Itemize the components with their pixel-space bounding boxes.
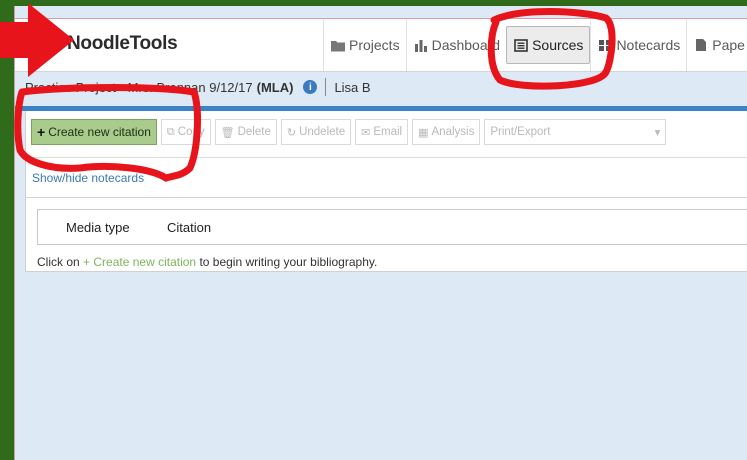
plus-icon: + xyxy=(37,124,46,140)
tab-notecards[interactable]: Notecards xyxy=(590,19,686,71)
citation-table-header: Media type Citation xyxy=(37,209,747,245)
tab-dashboard-label: Dashboard xyxy=(431,37,501,53)
bar-chart-icon xyxy=(413,38,429,52)
divider xyxy=(325,78,327,96)
email-label: Email xyxy=(373,126,403,138)
sources-toolbar: + Create new citation ⧉ Copy 🗑 Delete ↻ … xyxy=(31,119,667,147)
analysis-button[interactable]: ▦ Analysis xyxy=(412,119,481,145)
copy-button[interactable]: ⧉ Copy xyxy=(160,119,211,145)
project-info: Practice Project - Mrs. Brennan 9/12/17 … xyxy=(25,78,371,96)
nav-tabs: Projects Dashboard Sources Notecards Pap… xyxy=(323,19,747,71)
tab-sources-label: Sources xyxy=(532,37,584,53)
project-name[interactable]: Practice Project - Mrs. Brennan 9/12/17 xyxy=(25,80,253,95)
analysis-label: Analysis xyxy=(431,126,475,138)
app-window: NoodleTools Projects Dashboard Sources N… xyxy=(14,6,747,460)
noodletools-logo[interactable]: NoodleTools xyxy=(67,33,178,55)
undelete-label: Undelete xyxy=(299,126,346,138)
tab-sources[interactable]: Sources xyxy=(506,26,591,64)
citation-style: (MLA) xyxy=(256,79,294,95)
tab-paper[interactable]: Pape xyxy=(686,19,747,71)
undelete-button[interactable]: ↻ Undelete xyxy=(280,119,352,145)
top-navigation: NoodleTools Projects Dashboard Sources N… xyxy=(15,18,747,72)
toolbar-divider xyxy=(26,157,747,158)
tab-notecards-label: Notecards xyxy=(616,37,681,53)
tab-projects[interactable]: Projects xyxy=(323,19,406,71)
sources-panel: + Create new citation ⧉ Copy 🗑 Delete ↻ … xyxy=(25,111,747,272)
print-export-label: Print/Export xyxy=(490,126,551,138)
notecards-icon xyxy=(597,38,613,52)
tab-dashboard[interactable]: Dashboard xyxy=(405,19,507,71)
chevron-down-icon: ▾ xyxy=(654,127,661,139)
info-icon[interactable]: i xyxy=(303,80,318,94)
copy-label: Copy xyxy=(177,126,205,138)
empty-prefix: Click on xyxy=(37,255,80,269)
tab-projects-label: Projects xyxy=(349,37,400,53)
paper-icon xyxy=(693,38,709,52)
user-name: Lisa B xyxy=(334,79,371,95)
copy-icon: ⧉ xyxy=(166,125,175,138)
delete-button[interactable]: 🗑 Delete xyxy=(214,119,277,145)
empty-suffix: to begin writing your bibliography. xyxy=(199,255,378,269)
folder-icon xyxy=(330,38,346,52)
print-export-select[interactable]: Print/Export ▾ xyxy=(484,119,667,145)
section-divider xyxy=(26,197,747,198)
column-citation[interactable]: Citation xyxy=(167,220,211,235)
undo-icon: ↻ xyxy=(286,126,297,139)
trash-icon: 🗑 xyxy=(220,126,235,139)
create-citation-link[interactable]: + Create new citation xyxy=(83,255,196,269)
tab-paper-label: Pape xyxy=(712,37,745,53)
chart-icon: ▦ xyxy=(418,126,429,139)
show-hide-notecards-link[interactable]: Show/hide notecards xyxy=(32,171,144,185)
create-citation-label: Create new citation xyxy=(48,125,151,139)
envelope-icon: ✉ xyxy=(361,126,371,139)
column-media-type[interactable]: Media type xyxy=(66,220,167,235)
create-citation-button[interactable]: + Create new citation xyxy=(31,119,157,145)
list-icon xyxy=(513,38,529,52)
delete-label: Delete xyxy=(237,126,271,138)
email-button[interactable]: ✉ Email xyxy=(355,119,409,145)
empty-state-message: Click on + Create new citation to begin … xyxy=(37,255,377,269)
